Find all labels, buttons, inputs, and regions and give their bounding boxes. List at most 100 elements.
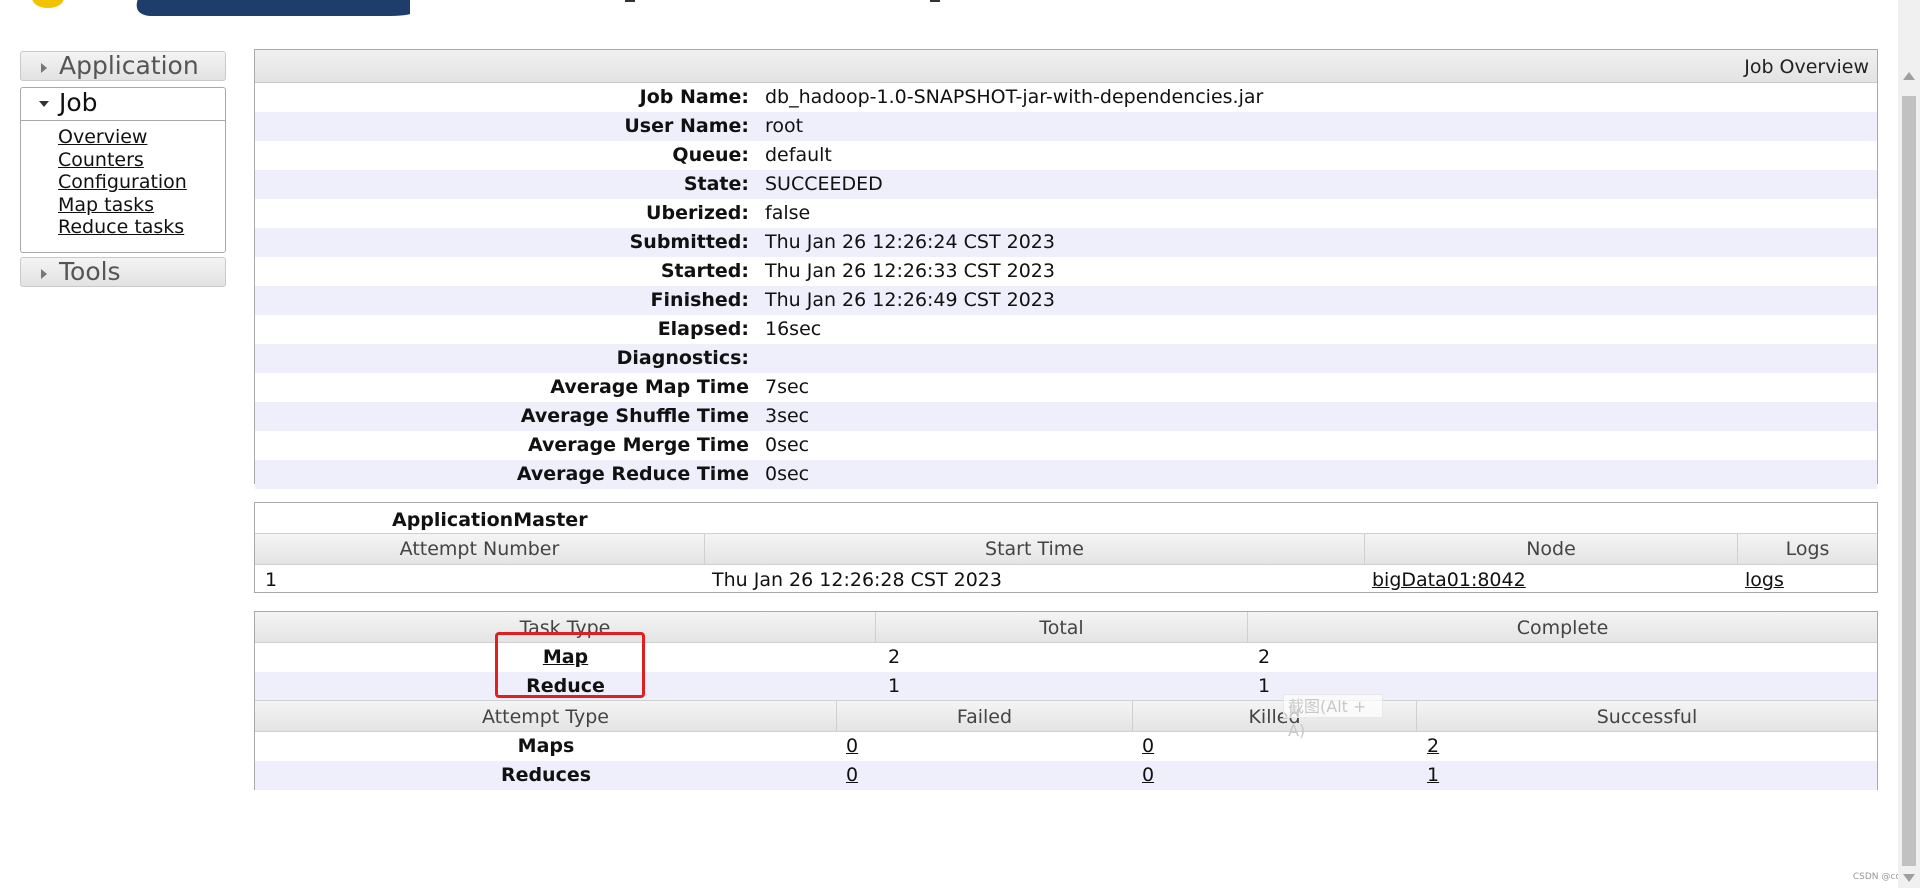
field-label: Average Reduce Time xyxy=(516,463,749,485)
column-header[interactable]: Total xyxy=(876,612,1248,642)
nav-job[interactable]: Job xyxy=(21,88,225,121)
attempt-type: Reduces xyxy=(500,764,592,786)
field-label: Finished: xyxy=(650,289,749,311)
nav-tools[interactable]: Tools xyxy=(20,257,226,287)
field-value: 7sec xyxy=(765,376,810,398)
column-header[interactable]: Attempt Number xyxy=(255,534,705,564)
attempt-number: 1 xyxy=(265,569,278,591)
failed-link[interactable]: 0 xyxy=(846,764,858,786)
overview-row: Average Shuffle Time 3sec xyxy=(255,402,1877,431)
killed-link[interactable]: 0 xyxy=(1142,735,1154,757)
successful-link[interactable]: 2 xyxy=(1427,735,1439,757)
overview-row: Finished: Thu Jan 26 12:26:49 CST 2023 xyxy=(255,286,1877,315)
column-header[interactable]: Complete xyxy=(1248,612,1877,642)
application-master-panel: ApplicationMaster Attempt Number Start T… xyxy=(254,502,1878,593)
field-value: Thu Jan 26 12:26:33 CST 2023 xyxy=(765,260,1055,282)
attempt-type: Maps xyxy=(517,735,575,757)
job-links: Overview Counters Configuration Map task… xyxy=(58,126,187,239)
nav-link-map-tasks: Map tasks xyxy=(58,194,187,217)
nav-job-section: Job Overview Counters Configuration Map … xyxy=(20,87,226,253)
field-label: Average Shuffle Time xyxy=(520,405,749,427)
table-header: Attempt Number Start Time Node Logs xyxy=(255,533,1877,565)
task-complete: 2 xyxy=(1258,646,1271,668)
field-value: 16sec xyxy=(765,318,822,340)
overview-row: Diagnostics: xyxy=(255,344,1877,373)
field-value: db_hadoop-1.0-SNAPSHOT-jar-with-dependen… xyxy=(765,86,1264,108)
overview-link[interactable]: Overview xyxy=(58,126,147,148)
panel-title: Job Overview xyxy=(1744,56,1869,78)
field-label: Average Merge Time xyxy=(527,434,749,456)
column-header[interactable]: Failed xyxy=(837,701,1133,731)
field-value: Thu Jan 26 12:26:49 CST 2023 xyxy=(765,289,1055,311)
column-header[interactable]: Node xyxy=(1365,534,1738,564)
overview-row: Elapsed: 16sec xyxy=(255,315,1877,344)
field-value: false xyxy=(765,202,811,224)
node-link[interactable]: bigData01:8042 xyxy=(1372,569,1526,591)
field-value: Thu Jan 26 12:26:24 CST 2023 xyxy=(765,231,1055,253)
field-value: root xyxy=(765,115,804,137)
field-value: 0sec xyxy=(765,463,810,485)
column-header[interactable]: Attempt Type xyxy=(255,701,837,731)
overview-row: Submitted: Thu Jan 26 12:26:24 CST 2023 xyxy=(255,228,1877,257)
logs-link[interactable]: logs xyxy=(1745,569,1784,591)
expand-icon xyxy=(41,269,47,279)
nav-link-reduce-tasks: Reduce tasks xyxy=(58,216,187,239)
field-label: Elapsed: xyxy=(657,318,749,340)
column-header[interactable]: Successful xyxy=(1417,701,1877,731)
task-total: 2 xyxy=(888,646,901,668)
scroll-thumb[interactable] xyxy=(1902,96,1916,866)
collapse-icon xyxy=(39,101,49,107)
successful-link[interactable]: 1 xyxy=(1427,764,1439,786)
killed-link[interactable]: 0 xyxy=(1142,764,1154,786)
field-value: 0sec xyxy=(765,434,810,456)
column-header[interactable]: Start Time xyxy=(705,534,1365,564)
task-total: 1 xyxy=(888,675,901,697)
overview-row: User Name: root xyxy=(255,112,1877,141)
field-value: default xyxy=(765,144,832,166)
column-header[interactable]: Logs xyxy=(1738,534,1877,564)
field-label: Job Name: xyxy=(639,86,749,108)
nav-tools-label: Tools xyxy=(59,257,121,286)
field-label: Queue: xyxy=(672,144,749,166)
reduce-tasks-link[interactable]: Reduce tasks xyxy=(58,216,184,238)
scroll-down-icon[interactable] xyxy=(1903,874,1915,882)
panel-title-bar: Job Overview xyxy=(255,50,1877,83)
vertical-scrollbar[interactable] xyxy=(1898,0,1920,888)
field-label: Average Map Time xyxy=(550,376,749,398)
cut-text xyxy=(930,0,940,2)
field-value: 3sec xyxy=(765,405,810,427)
overview-row: Queue: default xyxy=(255,141,1877,170)
attempt-row: Maps 0 0 2 xyxy=(255,732,1877,761)
field-value: SUCCEEDED xyxy=(765,173,883,195)
map-tasks-link[interactable]: Map tasks xyxy=(58,194,154,216)
application-master-title: ApplicationMaster xyxy=(392,509,588,531)
scroll-up-icon[interactable] xyxy=(1903,72,1915,80)
overview-row: Uberized: false xyxy=(255,199,1877,228)
overview-rows: Job Name: db_hadoop-1.0-SNAPSHOT-jar-with… xyxy=(255,83,1877,489)
nav-link-counters: Counters xyxy=(58,149,187,172)
overview-row: Average Reduce Time 0sec xyxy=(255,460,1877,489)
task-complete: 1 xyxy=(1258,675,1271,697)
failed-link[interactable]: 0 xyxy=(846,735,858,757)
overview-row: Average Map Time 7sec xyxy=(255,373,1877,402)
field-label: Submitted: xyxy=(629,231,749,253)
nav-application-label: Application xyxy=(59,51,199,80)
overview-row: Average Merge Time 0sec xyxy=(255,431,1877,460)
overview-row: Started: Thu Jan 26 12:26:33 CST 2023 xyxy=(255,257,1877,286)
cut-text xyxy=(625,0,635,2)
field-label: State: xyxy=(683,173,749,195)
overview-row: Job Name: db_hadoop-1.0-SNAPSHOT-jar-with… xyxy=(255,83,1877,112)
field-label: Started: xyxy=(660,260,749,282)
hadoop-logo xyxy=(32,0,410,16)
configuration-link[interactable]: Configuration xyxy=(58,171,187,193)
field-label: Uberized: xyxy=(646,202,749,224)
attempt-table-header: Attempt Type Failed Killed Successful xyxy=(255,700,1877,732)
overview-row: State: SUCCEEDED xyxy=(255,170,1877,199)
nav-application[interactable]: Application xyxy=(20,51,226,81)
start-time: Thu Jan 26 12:26:28 CST 2023 xyxy=(712,569,1002,591)
attempt-row: Reduces 0 0 1 xyxy=(255,761,1877,790)
field-label: User Name: xyxy=(624,115,749,137)
nav-link-configuration: Configuration xyxy=(58,171,187,194)
job-overview-panel: Job Overview Job Name: db_hadoop-1.0-SNAP… xyxy=(254,49,1878,489)
counters-link[interactable]: Counters xyxy=(58,149,144,171)
